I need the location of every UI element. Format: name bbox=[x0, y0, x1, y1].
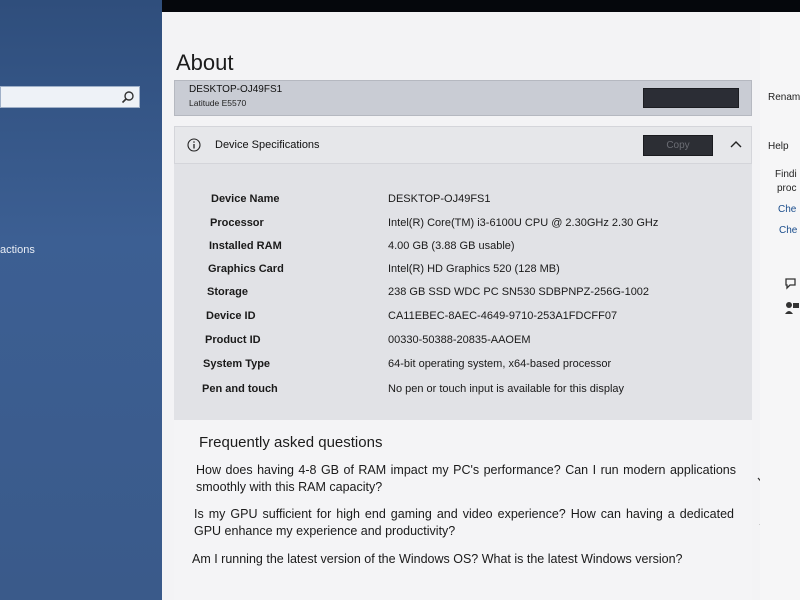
help-text-line: proc bbox=[777, 183, 797, 194]
get-help-icon[interactable] bbox=[784, 276, 798, 290]
give-feedback-icon[interactable] bbox=[784, 300, 800, 316]
spec-row: Installed RAM 4.00 GB (3.88 GB usable) bbox=[174, 240, 752, 260]
faq-question[interactable]: Am I running the latest version of the W… bbox=[192, 551, 732, 568]
spec-value: Intel(R) HD Graphics 520 (128 MB) bbox=[388, 263, 560, 275]
spec-value: 00330-50388-20835-AAOEM bbox=[388, 334, 531, 346]
device-specifications-table: Device Name DESKTOP-OJ49FS1 Processor In… bbox=[174, 164, 752, 420]
chevron-up-icon[interactable] bbox=[730, 139, 742, 149]
help-link[interactable]: Che bbox=[779, 225, 797, 236]
copy-button[interactable]: Copy bbox=[643, 135, 713, 156]
spec-value: DESKTOP-OJ49FS1 bbox=[388, 193, 491, 205]
section-title: Device Specifications bbox=[215, 139, 320, 151]
spec-label: Product ID bbox=[205, 334, 261, 346]
spec-label: Graphics Card bbox=[208, 263, 284, 275]
device-model-label: Latitude E5570 bbox=[189, 98, 247, 108]
settings-search-input[interactable] bbox=[0, 86, 140, 108]
device-summary-card: DESKTOP-OJ49FS1 Latitude E5570 bbox=[174, 80, 752, 116]
spec-row: Storage 238 GB SSD WDC PC SN530 SDBPNPZ-… bbox=[174, 286, 752, 306]
faq-question[interactable]: How does having 4-8 GB of RAM impact my … bbox=[196, 462, 736, 496]
help-link[interactable]: Che bbox=[778, 204, 796, 215]
spec-label: Device ID bbox=[206, 310, 256, 322]
spec-label: Device Name bbox=[211, 193, 280, 205]
faq-question[interactable]: Is my GPU sufficient for high end gaming… bbox=[194, 506, 734, 540]
faq-title: Frequently asked questions bbox=[199, 434, 383, 451]
spec-row: Device Name DESKTOP-OJ49FS1 bbox=[174, 193, 752, 213]
spec-label: Processor bbox=[210, 217, 264, 229]
spec-value: No pen or touch input is available for t… bbox=[388, 383, 625, 395]
spec-label: Installed RAM bbox=[209, 240, 282, 252]
nav-item-actions-partial[interactable]: actions bbox=[0, 244, 35, 256]
spec-value: Intel(R) Core(TM) i3-6100U CPU @ 2.30GHz… bbox=[388, 217, 659, 229]
spec-label: System Type bbox=[203, 358, 271, 370]
search-icon[interactable] bbox=[121, 90, 135, 104]
rename-this-pc-link[interactable]: Renam bbox=[768, 92, 800, 103]
page-title: About bbox=[176, 50, 234, 75]
help-heading: Help bbox=[768, 141, 789, 152]
spec-value: CA11EBEC-8AEC-4649-9710-253A1FDCFF07 bbox=[388, 310, 618, 322]
spec-row: System Type 64-bit operating system, x64… bbox=[174, 358, 752, 378]
settings-nav-pane: actions bbox=[0, 0, 162, 600]
spec-row: Graphics Card Intel(R) HD Graphics 520 (… bbox=[174, 263, 752, 283]
about-page: About DESKTOP-OJ49FS1 Latitude E5570 Dev… bbox=[162, 12, 773, 600]
info-icon bbox=[187, 138, 201, 152]
spec-row: Product ID 00330-50388-20835-AAOEM bbox=[174, 334, 752, 354]
spec-row: Pen and touch No pen or touch input is a… bbox=[174, 383, 752, 403]
spec-label: Storage bbox=[207, 286, 248, 298]
device-specifications-header[interactable]: Device Specifications Copy bbox=[174, 126, 752, 164]
spec-value: 238 GB SSD WDC PC SN530 SDBPNPZ-256G-100… bbox=[388, 286, 650, 298]
spec-value: 4.00 GB (3.88 GB usable) bbox=[388, 240, 515, 252]
spec-label: Pen and touch bbox=[202, 383, 278, 395]
faq-section: Frequently asked questions How does havi… bbox=[174, 420, 773, 600]
spec-value: 64-bit operating system, x64-based proce… bbox=[388, 358, 612, 370]
rename-pc-button[interactable] bbox=[643, 88, 739, 108]
device-name-heading: DESKTOP-OJ49FS1 bbox=[189, 84, 283, 95]
help-text-line: Findi bbox=[775, 169, 797, 180]
spec-row: Processor Intel(R) Core(TM) i3-6100U CPU… bbox=[174, 217, 752, 237]
spec-row: Device ID CA11EBEC-8AEC-4649-9710-253A1F… bbox=[174, 310, 752, 330]
related-settings-pane: Renam Help Findi proc Che Che bbox=[760, 12, 800, 600]
